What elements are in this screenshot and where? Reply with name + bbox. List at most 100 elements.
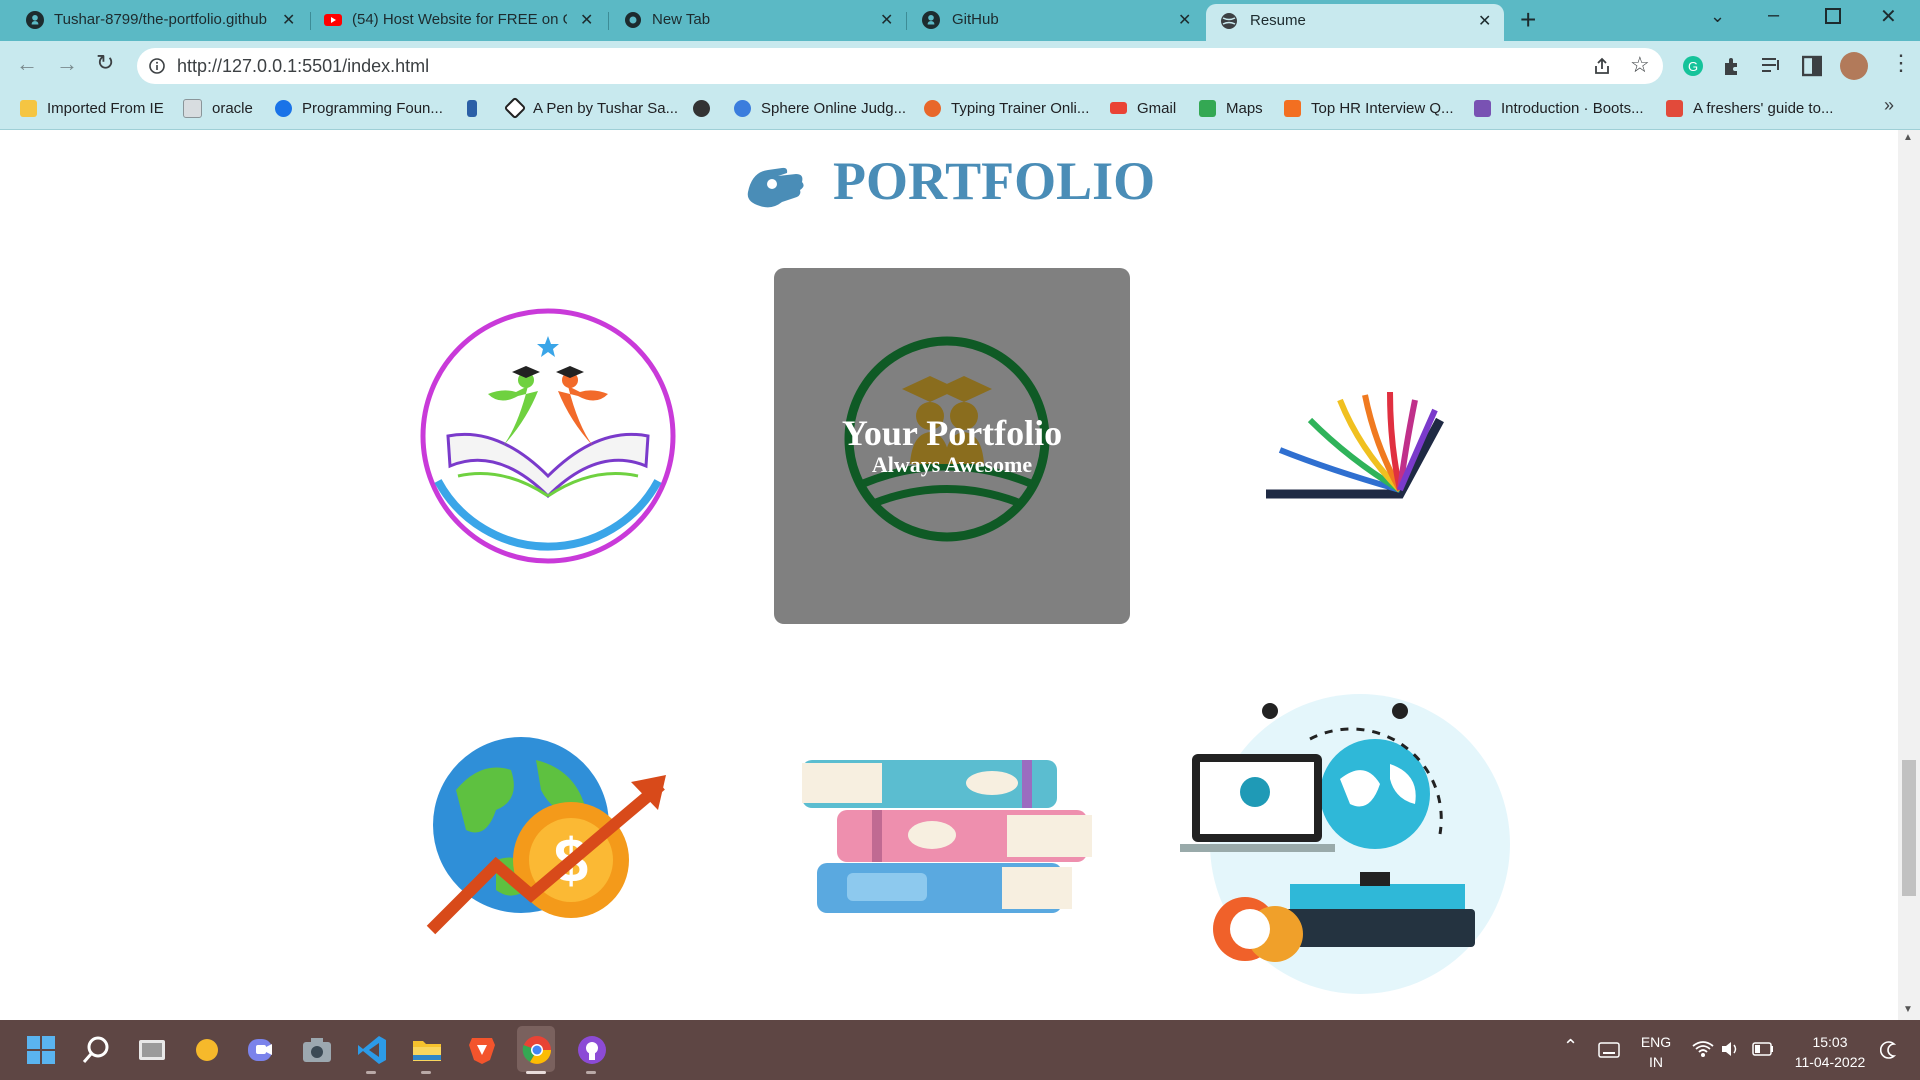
education-logo: [420, 308, 676, 564]
tab-new-tab[interactable]: New Tab ✕: [610, 0, 906, 41]
page-content: PORTFOLIO Your Portfolio Always Awesome: [0, 130, 1898, 1020]
gallery-item-open-book-logo[interactable]: [1250, 370, 1450, 510]
site-icon: [1284, 99, 1301, 117]
bookmark-item[interactable]: Imported From IE: [20, 97, 164, 119]
bookmark-label: Maps: [1226, 99, 1263, 117]
overlay-title: Your Portfolio: [841, 413, 1063, 453]
clock-time: 15:03: [1812, 1034, 1848, 1050]
bookmark-item[interactable]: Typing Trainer Onli...: [924, 97, 1089, 119]
region-label: IN: [1649, 1054, 1663, 1070]
bookmark-label: Introduction · Boots...: [1501, 99, 1644, 117]
tab-youtube[interactable]: (54) Host Website for FREE on Gi ✕: [312, 0, 610, 41]
reload-icon[interactable]: ↻: [96, 50, 114, 76]
tab-divider: [906, 12, 907, 30]
bookmark-item[interactable]: oracle: [183, 97, 253, 119]
bookmark-item[interactable]: Programming Foun...: [275, 97, 443, 119]
new-tab-button[interactable]: +: [1520, 4, 1536, 36]
language-indicator[interactable]: ENG IN: [1636, 1032, 1676, 1072]
tab-resume[interactable]: Resume ✕: [1206, 4, 1504, 41]
media-control-icon[interactable]: [1761, 56, 1783, 76]
gallery-item-online-learning[interactable]: [1180, 684, 1520, 994]
tray-overflow-icon[interactable]: ⌃: [1563, 1036, 1578, 1057]
bookmark-label: Gmail: [1137, 99, 1177, 117]
tab-github[interactable]: GitHub ✕: [908, 0, 1204, 41]
share-icon[interactable]: [1592, 56, 1612, 76]
keyboard-icon[interactable]: [1598, 1042, 1620, 1058]
github-desktop-icon[interactable]: [575, 1033, 609, 1067]
bookmark-item[interactable]: Gmail: [1110, 97, 1176, 119]
profile-avatar[interactable]: [1840, 52, 1868, 80]
bookmark-item[interactable]: A Pen by Tushar Sa...: [503, 96, 678, 120]
site-icon: [467, 99, 477, 117]
gallery-item-books-stack[interactable]: [802, 755, 1097, 920]
svg-text:G: G: [1688, 59, 1698, 74]
scroll-up-icon[interactable]: ▲: [1903, 132, 1913, 143]
bookmark-item[interactable]: A freshers' guide to...: [1666, 97, 1833, 119]
clock[interactable]: 15:03 11-04-2022: [1790, 1032, 1870, 1072]
bookmark-label: A freshers' guide to...: [1693, 99, 1834, 117]
bookmark-item[interactable]: [467, 97, 487, 119]
running-indicator: [586, 1071, 596, 1074]
battery-icon[interactable]: [1752, 1042, 1774, 1056]
brave-browser-icon[interactable]: [465, 1033, 499, 1067]
focus-assist-icon[interactable]: [1880, 1040, 1898, 1060]
codepen-icon: [503, 96, 527, 120]
gallery-item-education-logo[interactable]: [408, 296, 688, 576]
vscode-icon[interactable]: [355, 1033, 389, 1067]
tab-portfolio-repo[interactable]: Tushar-8799/the-portfolio.github ✕: [0, 0, 310, 41]
info-icon[interactable]: [149, 58, 165, 74]
minimize-icon[interactable]: –: [1768, 4, 1779, 27]
forward-icon[interactable]: →: [56, 51, 78, 77]
close-tab-icon[interactable]: ✕: [1478, 11, 1491, 31]
bookmark-label: oracle: [212, 99, 253, 117]
bookmark-item[interactable]: Introduction · Boots...: [1474, 97, 1644, 119]
gallery-item-school-emblem[interactable]: Your Portfolio Always Awesome: [774, 268, 1130, 624]
more-bookmarks-icon[interactable]: »: [1884, 95, 1894, 116]
clock-date: 11-04-2022: [1794, 1054, 1866, 1070]
bookmark-label: Sphere Online Judg...: [761, 99, 907, 117]
close-tab-icon[interactable]: ✕: [1178, 10, 1191, 30]
scroll-down-icon[interactable]: ▼: [1903, 1004, 1913, 1015]
url-text[interactable]: http://127.0.0.1:5501/index.html: [177, 56, 429, 77]
tab-title: (54) Host Website for FREE on Gi: [352, 11, 567, 28]
codingninjas-icon: [275, 99, 292, 117]
menu-kebab-icon[interactable]: ⋮: [1890, 50, 1912, 76]
restore-icon[interactable]: [1825, 8, 1841, 24]
grammarly-icon[interactable]: G: [1682, 55, 1704, 77]
page-icon: [183, 98, 202, 118]
widgets-icon[interactable]: [190, 1033, 224, 1067]
bookmark-star-icon[interactable]: ☆: [1630, 52, 1650, 78]
chrome-icon[interactable]: [520, 1033, 554, 1067]
bookmark-item[interactable]: [693, 97, 720, 119]
side-panel-icon[interactable]: [1802, 55, 1822, 77]
task-view-icon[interactable]: [135, 1033, 169, 1067]
folder-icon: [20, 99, 37, 117]
back-icon[interactable]: ←: [16, 51, 38, 77]
spoj-icon: [734, 99, 751, 117]
close-tab-icon[interactable]: ✕: [580, 10, 593, 30]
page-title: PORTFOLIO: [833, 151, 1156, 211]
bookmark-item[interactable]: Sphere Online Judg...: [734, 97, 906, 119]
gallery-item-globe-finance[interactable]: $: [426, 730, 676, 940]
tab-search-icon[interactable]: ⌄: [1710, 6, 1725, 27]
teams-chat-icon[interactable]: [245, 1033, 279, 1067]
books-stack: [802, 760, 1092, 913]
camera-icon[interactable]: [300, 1033, 334, 1067]
bookmark-item[interactable]: Top HR Interview Q...: [1284, 97, 1454, 119]
search-icon[interactable]: [79, 1033, 113, 1067]
volume-icon[interactable]: [1720, 1040, 1740, 1058]
extensions-icon[interactable]: [1721, 55, 1743, 77]
scrollbar-thumb[interactable]: [1902, 760, 1916, 896]
maps-icon: [1199, 99, 1216, 117]
close-tab-icon[interactable]: ✕: [880, 10, 893, 30]
tab-title: Resume: [1250, 12, 1306, 29]
tab-title: Tushar-8799/the-portfolio.github: [54, 11, 267, 28]
close-tab-icon[interactable]: ✕: [282, 10, 295, 30]
tab-title: New Tab: [652, 11, 711, 28]
close-window-icon[interactable]: ✕: [1880, 4, 1897, 29]
bookmark-item[interactable]: Maps: [1199, 97, 1263, 119]
windows-start-icon[interactable]: [24, 1033, 58, 1067]
file-explorer-icon[interactable]: [410, 1033, 444, 1067]
bookmark-label: Imported From IE: [47, 99, 164, 117]
wifi-icon[interactable]: [1692, 1040, 1714, 1058]
